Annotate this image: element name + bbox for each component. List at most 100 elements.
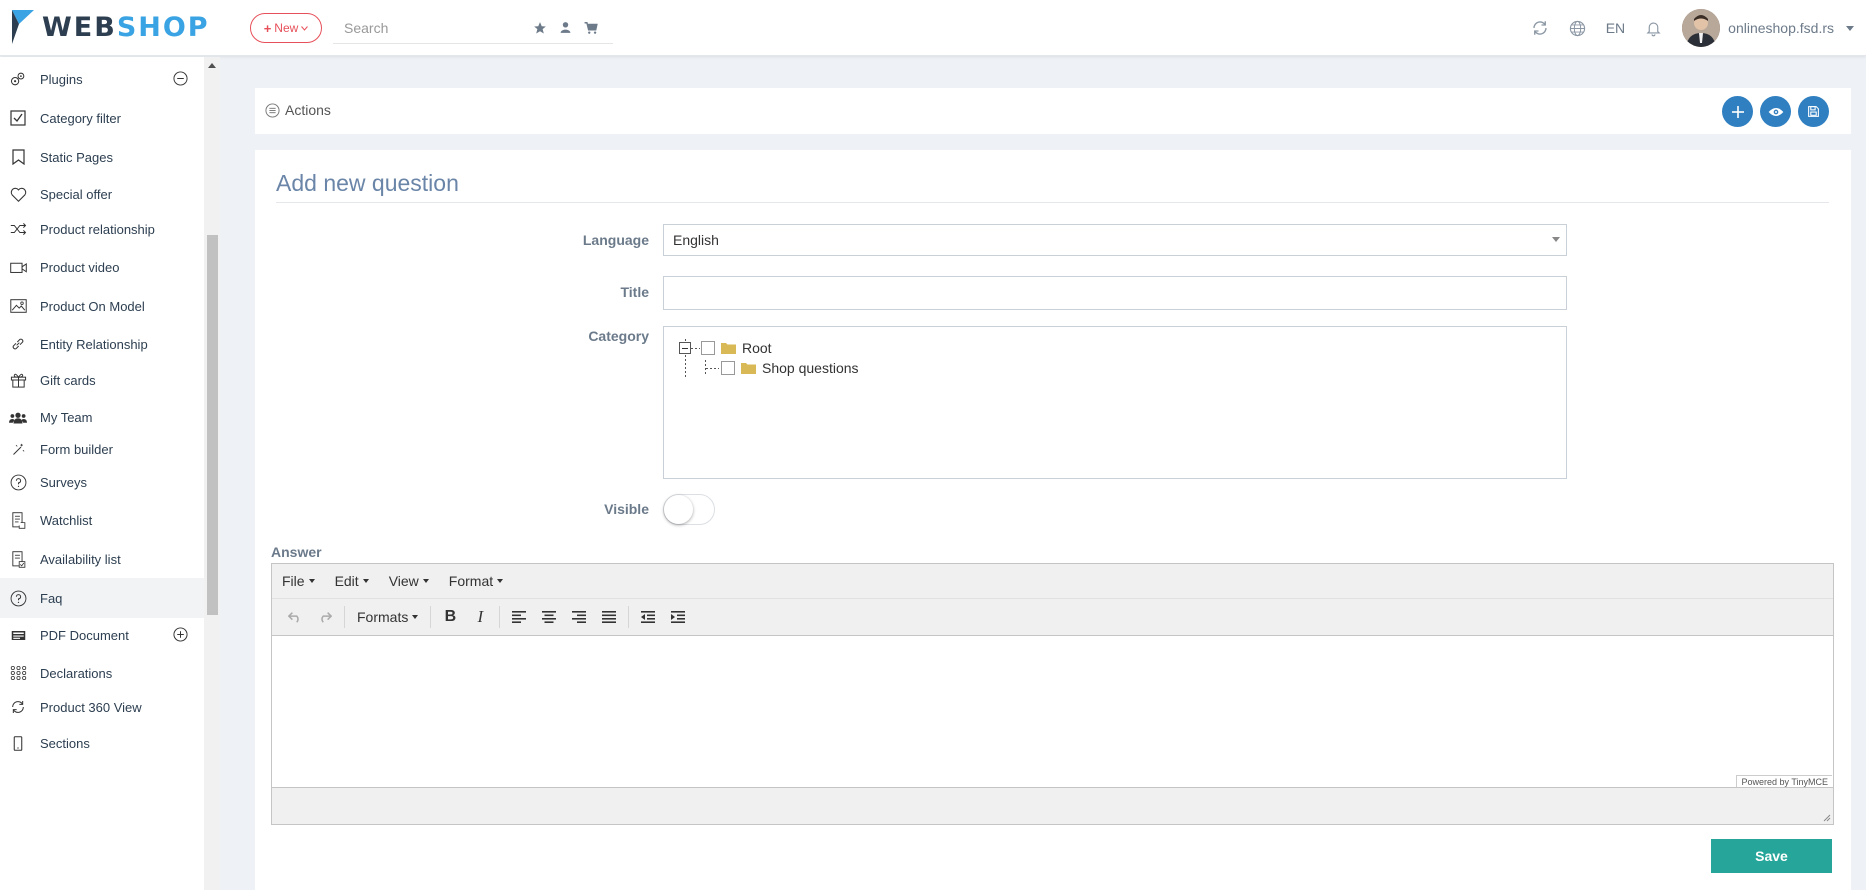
sidebar-scrollbar[interactable] xyxy=(204,57,220,890)
sidebar-item-label: Gift cards xyxy=(40,372,96,388)
sidebar-item-availability-list[interactable]: Availability list xyxy=(0,539,204,579)
shop-questions-checkbox[interactable] xyxy=(721,361,735,375)
toolbar-separator xyxy=(628,606,630,628)
toolbar-separator xyxy=(430,606,432,628)
sidebar-item-entity-relationship[interactable]: Entity Relationship xyxy=(0,324,204,364)
question-form-card: Add new question Language English Title … xyxy=(255,150,1851,890)
collapse-node-icon[interactable] xyxy=(679,342,691,354)
justify-button[interactable] xyxy=(594,603,624,631)
save-button[interactable]: Save xyxy=(1711,839,1832,873)
user-icon[interactable] xyxy=(559,21,572,34)
sidebar-item-label: Form builder xyxy=(40,441,113,457)
visible-toggle[interactable] xyxy=(663,494,715,525)
sidebar-item-gift-cards[interactable]: Gift cards xyxy=(0,360,204,400)
language-select[interactable]: English xyxy=(663,224,1567,256)
link-icon xyxy=(8,336,28,352)
sidebar-item-product-on-model[interactable]: Product On Model xyxy=(0,286,204,326)
refresh-icon[interactable] xyxy=(1531,19,1549,37)
bold-button[interactable]: B xyxy=(435,603,465,631)
sidebar-item-label: Product 360 View xyxy=(40,699,142,715)
sidebar-item-pdf-document[interactable]: PDF Document xyxy=(0,615,204,655)
actions-menu[interactable]: Actions xyxy=(265,102,331,118)
sidebar-item-watchlist[interactable]: Watchlist xyxy=(0,500,204,540)
new-button[interactable]: + New xyxy=(250,13,322,43)
undo-button[interactable] xyxy=(280,603,310,631)
logo-shop-text: SHOP xyxy=(116,11,210,43)
scroll-up-arrow[interactable] xyxy=(208,63,216,68)
sidebar-item-label: Sections xyxy=(40,735,90,751)
sidebar-item-product-360-view[interactable]: Product 360 View xyxy=(0,687,204,727)
align-left-button[interactable] xyxy=(504,603,534,631)
indent-button[interactable] xyxy=(663,603,693,631)
checkbox-icon xyxy=(8,110,28,126)
tree-node-root[interactable]: Root xyxy=(701,340,772,356)
sidebar-item-category-filter[interactable]: Category filter xyxy=(0,98,204,138)
bell-icon[interactable] xyxy=(1645,19,1662,37)
align-right-button[interactable] xyxy=(564,603,594,631)
user-menu[interactable]: onlineshop.fsd.rs xyxy=(1728,20,1834,36)
sidebar-item-label: Product On Model xyxy=(40,298,145,314)
plus-icon xyxy=(1731,105,1744,118)
preview-button[interactable] xyxy=(1760,96,1791,127)
question-icon xyxy=(8,474,28,491)
menu-edit[interactable]: Edit xyxy=(335,573,369,589)
sidebar-item-label: Entity Relationship xyxy=(40,336,148,352)
tree-lines xyxy=(685,339,719,378)
answer-editor: File Edit View Format Formats B I Powere… xyxy=(271,563,1834,825)
category-label: Category xyxy=(588,328,649,344)
webshop-logo[interactable]: WEBSHOP xyxy=(10,8,210,46)
align-center-button[interactable] xyxy=(534,603,564,631)
save-icon-button[interactable] xyxy=(1798,96,1829,127)
wand-icon xyxy=(8,442,28,457)
redo-button[interactable] xyxy=(310,603,340,631)
page-title: Add new question xyxy=(276,170,459,196)
caret-down-icon xyxy=(422,579,429,583)
sidebar-item-label: Watchlist xyxy=(40,512,93,528)
formats-dropdown[interactable]: Formats xyxy=(349,603,426,631)
tree-node-shop-questions[interactable]: Shop questions xyxy=(721,360,859,376)
tree-node-label: Shop questions xyxy=(762,360,859,376)
sidebar-item-special-offer[interactable]: Special offer xyxy=(0,174,204,214)
menu-file[interactable]: File xyxy=(282,573,315,589)
sidebar-item-surveys[interactable]: Surveys xyxy=(0,462,204,502)
sidebar-item-sections[interactable]: Sections xyxy=(0,723,204,763)
collapse-icon[interactable] xyxy=(173,71,188,86)
align-right-icon xyxy=(572,611,587,623)
title-input[interactable] xyxy=(663,276,1567,310)
pdf-icon xyxy=(8,630,28,641)
sidebar-item-static-pages[interactable]: Static Pages xyxy=(0,137,204,177)
mobile-icon xyxy=(8,735,28,751)
root-checkbox[interactable] xyxy=(701,341,715,355)
chevron-down-icon[interactable] xyxy=(1846,25,1854,31)
sidebar-item-product-video[interactable]: Product video xyxy=(0,247,204,287)
add-button[interactable] xyxy=(1722,96,1753,127)
outdent-button[interactable] xyxy=(633,603,663,631)
language-switcher[interactable]: EN xyxy=(1606,20,1625,36)
italic-button[interactable]: I xyxy=(465,603,495,631)
align-center-icon xyxy=(542,611,557,623)
grid-icon xyxy=(8,665,28,681)
sidebar-item-plugins[interactable]: Plugins xyxy=(0,59,204,99)
title-label: Title xyxy=(620,284,649,300)
search-input[interactable] xyxy=(333,13,523,42)
caret-down-icon xyxy=(308,579,315,583)
undo-icon xyxy=(288,612,299,623)
redo-icon xyxy=(321,612,332,623)
avatar[interactable] xyxy=(1682,9,1721,47)
editor-content-area[interactable] xyxy=(272,636,1833,787)
expand-icon[interactable] xyxy=(173,627,188,642)
menu-format[interactable]: Format xyxy=(449,573,504,589)
resize-handle-icon[interactable] xyxy=(1823,814,1831,822)
scroll-thumb[interactable] xyxy=(207,235,218,615)
sidebar-item-faq[interactable]: Faq xyxy=(0,578,204,618)
language-label: Language xyxy=(582,232,649,248)
menu-view[interactable]: View xyxy=(389,573,429,589)
sidebar: Plugins Category filter Static Pages Specia… xyxy=(0,57,220,890)
cart-icon[interactable] xyxy=(584,21,598,35)
star-icon[interactable] xyxy=(533,21,547,35)
sidebar-item-product-relationship[interactable]: Product relationship xyxy=(0,209,204,249)
globe-icon[interactable] xyxy=(1569,20,1586,37)
language-select-value: English xyxy=(673,232,719,248)
toolbar-separator xyxy=(344,606,345,628)
chevron-down-icon xyxy=(301,25,309,31)
